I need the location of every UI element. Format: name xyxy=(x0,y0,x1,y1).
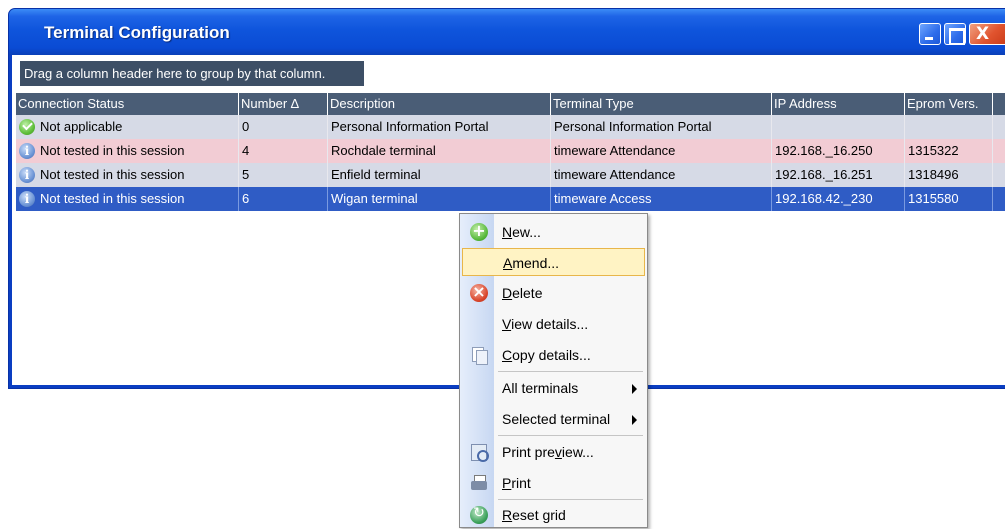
cell-eprom-version: 1315580 xyxy=(905,187,993,211)
title-bar[interactable]: Terminal Configuration X xyxy=(9,9,1005,55)
table-row[interactable]: Not tested in this session 4 Rochdale te… xyxy=(16,139,1005,163)
cell-description: Personal Information Portal xyxy=(328,115,551,139)
cell-connection-status: Not tested in this session xyxy=(16,139,239,163)
submenu-arrow-icon xyxy=(632,415,637,425)
cell-ip-address: 192.168._16.251 xyxy=(772,163,905,187)
cell-number: 4 xyxy=(239,139,328,163)
cell-description: Wigan terminal xyxy=(328,187,551,211)
grid-header: Connection Status Number ∆ Description T… xyxy=(16,93,1005,115)
column-header-connection-status[interactable]: Connection Status xyxy=(16,93,239,115)
table-row-selected[interactable]: Not tested in this session 6 Wigan termi… xyxy=(16,187,1005,211)
cell-eprom-version: 1315322 xyxy=(905,139,993,163)
cell-eprom-version xyxy=(905,115,993,139)
cell-number: 5 xyxy=(239,163,328,187)
reset-grid-icon xyxy=(470,505,488,524)
group-by-panel[interactable]: Drag a column header here to group by th… xyxy=(14,55,1005,93)
cell-description: Rochdale terminal xyxy=(328,139,551,163)
close-button[interactable]: X xyxy=(969,23,1005,45)
table-row[interactable]: Not tested in this session 5 Enfield ter… xyxy=(16,163,1005,187)
cell-ip-address: 192.168._16.250 xyxy=(772,139,905,163)
copy-icon xyxy=(470,346,488,365)
menu-item-view-details[interactable]: View details... xyxy=(462,310,645,338)
cell-number: 6 xyxy=(239,187,328,211)
group-by-hint: Drag a column header here to group by th… xyxy=(20,61,364,86)
cell-connection-status: Not tested in this session xyxy=(16,163,239,187)
minimize-icon xyxy=(920,24,940,44)
cell-eprom-version: 1318496 xyxy=(905,163,993,187)
cell-number: 0 xyxy=(239,115,328,139)
column-header-eprom-version[interactable]: Eprom Vers. xyxy=(905,93,993,115)
print-icon xyxy=(470,474,488,492)
column-header-ip-address[interactable]: IP Address xyxy=(772,93,905,115)
cell-terminal-type: timeware Attendance xyxy=(551,139,772,163)
cell-ip-address: 192.168.42._230 xyxy=(772,187,905,211)
menu-separator xyxy=(498,499,643,500)
close-icon: X xyxy=(976,24,990,44)
print-preview-icon xyxy=(470,443,489,462)
cell-terminal-type: timeware Attendance xyxy=(551,163,772,187)
column-header-terminal-type[interactable]: Terminal Type xyxy=(551,93,772,115)
cell-description: Enfield terminal xyxy=(328,163,551,187)
menu-item-new[interactable]: New... xyxy=(462,218,645,246)
menu-item-amend[interactable]: Amend... xyxy=(462,248,645,276)
maximize-button[interactable] xyxy=(944,23,966,45)
cell-terminal-type: timeware Access xyxy=(551,187,772,211)
menu-item-reset-grid[interactable]: Reset grid xyxy=(462,501,645,529)
menu-separator xyxy=(498,371,643,372)
context-menu: New... Amend... Delete View details... C… xyxy=(459,213,648,528)
column-header-description[interactable]: Description xyxy=(328,93,551,115)
menu-item-print[interactable]: Print xyxy=(462,469,645,497)
cell-connection-status: Not tested in this session xyxy=(16,187,239,211)
window-title: Terminal Configuration xyxy=(44,23,230,42)
table-row[interactable]: Not applicable 0 Personal Information Po… xyxy=(16,115,1005,139)
column-header-number[interactable]: Number ∆ xyxy=(239,93,328,115)
menu-separator xyxy=(498,435,643,436)
menu-item-all-terminals[interactable]: All terminals xyxy=(462,374,645,402)
menu-item-selected-terminal[interactable]: Selected terminal xyxy=(462,405,645,433)
cell-ip-address xyxy=(772,115,905,139)
maximize-icon xyxy=(945,24,965,45)
new-icon xyxy=(470,221,488,241)
menu-item-copy-details[interactable]: Copy details... xyxy=(462,341,645,369)
cell-terminal-type: Personal Information Portal xyxy=(551,115,772,139)
menu-item-delete[interactable]: Delete xyxy=(462,279,645,307)
menu-item-print-preview[interactable]: Print preview... xyxy=(462,438,645,466)
submenu-arrow-icon xyxy=(632,384,637,394)
cell-connection-status: Not applicable xyxy=(16,115,239,139)
delete-icon xyxy=(470,282,488,302)
minimize-button[interactable] xyxy=(919,23,941,45)
